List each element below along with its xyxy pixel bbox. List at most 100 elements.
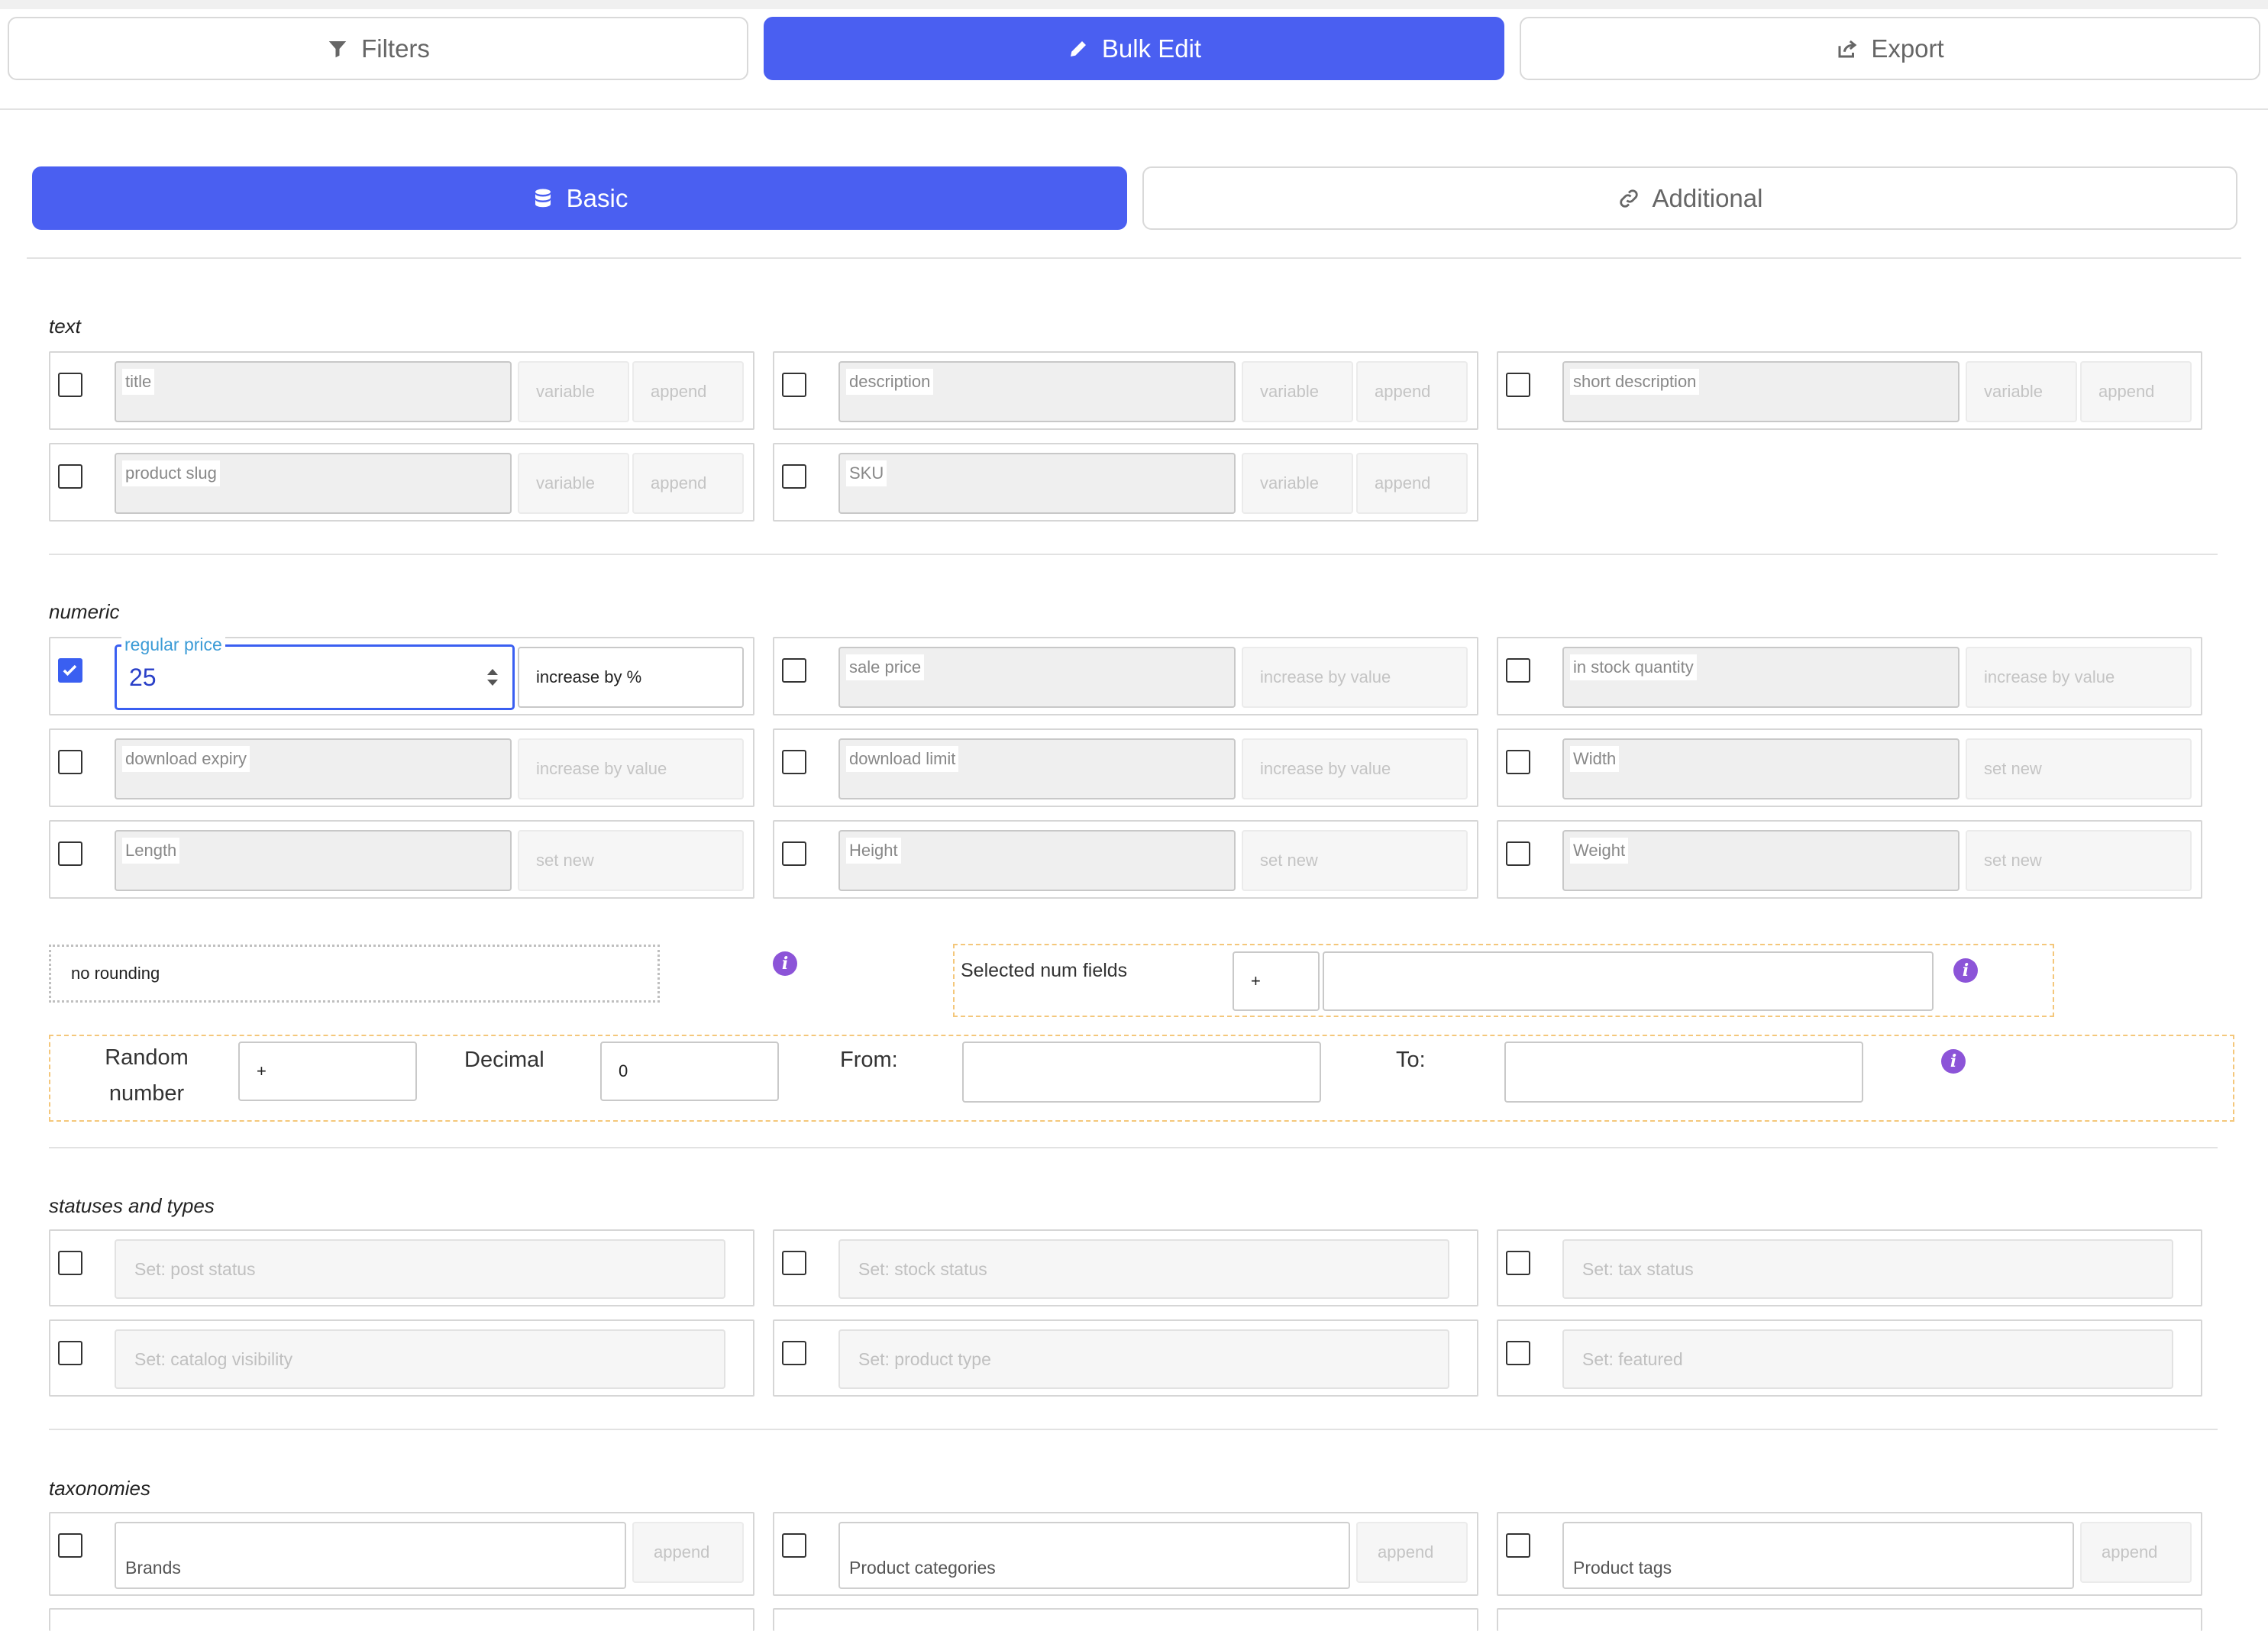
height-field[interactable]: Height — [838, 830, 1236, 891]
export-tab[interactable]: Export — [1520, 17, 2260, 80]
text-field-sku: SKU variable append — [773, 443, 1478, 522]
basic-tab[interactable]: Basic — [32, 166, 1127, 230]
append-select[interactable]: append — [632, 1522, 744, 1583]
numeric-field-height: Height set new — [773, 820, 1478, 899]
additional-tab[interactable]: Additional — [1142, 166, 2237, 230]
numeric-field-download-expiry: download expiry increase by value — [49, 728, 754, 807]
taxonomy-field-product-tags: Product tags append — [1497, 1512, 2202, 1596]
decimal-input[interactable]: 0 — [600, 1042, 779, 1101]
selected-num-fields-op[interactable]: + — [1233, 951, 1320, 1011]
checkbox[interactable] — [782, 750, 806, 774]
checkbox[interactable] — [1506, 750, 1530, 774]
checkbox[interactable] — [782, 1341, 806, 1365]
checkbox[interactable] — [782, 1533, 806, 1558]
featured-select[interactable]: Set: featured — [1562, 1329, 2173, 1389]
field-label: Width — [1570, 746, 1620, 772]
description-field[interactable]: description — [838, 361, 1236, 422]
divider — [49, 1147, 2218, 1148]
download-limit-field[interactable]: download limit — [838, 738, 1236, 799]
append-select[interactable]: append — [1356, 453, 1468, 514]
short-description-field[interactable]: short description — [1562, 361, 1959, 422]
to-input[interactable] — [1504, 1042, 1863, 1103]
selected-num-fields-value[interactable] — [1323, 951, 1934, 1011]
in-stock-quantity-field[interactable]: in stock quantity — [1562, 647, 1959, 708]
append-select[interactable]: append — [632, 453, 744, 514]
product-type-select[interactable]: Set: product type — [838, 1329, 1449, 1389]
operation-select[interactable]: increase by value — [1242, 738, 1468, 799]
checkbox[interactable] — [782, 841, 806, 866]
stock-status-select[interactable]: Set: stock status — [838, 1239, 1449, 1299]
operation-select[interactable]: increase by value — [1966, 647, 2192, 708]
regular-price-input[interactable]: regular price 25 — [115, 635, 515, 710]
append-select[interactable]: append — [1356, 361, 1468, 422]
checkbox[interactable] — [1506, 658, 1530, 683]
operation-select[interactable]: increase by % — [518, 647, 744, 708]
title-field[interactable]: title — [115, 361, 512, 422]
download-expiry-field[interactable]: download expiry — [115, 738, 512, 799]
product-categories-select[interactable]: Product categories — [838, 1522, 1350, 1589]
database-icon — [535, 189, 551, 207]
checkbox[interactable] — [58, 1341, 82, 1365]
checkbox[interactable] — [58, 464, 82, 489]
checkbox[interactable] — [782, 658, 806, 683]
field-label: download expiry — [122, 746, 250, 772]
info-icon[interactable]: i — [1953, 958, 1978, 983]
checkbox-checked[interactable] — [58, 658, 82, 683]
status-field-tax-status: Set: tax status — [1497, 1229, 2202, 1306]
pencil-icon — [1070, 40, 1086, 57]
additional-tab-label: Additional — [1652, 183, 1763, 212]
checkbox[interactable] — [782, 373, 806, 397]
operation-select[interactable]: increase by value — [518, 738, 744, 799]
checkbox[interactable] — [1506, 841, 1530, 866]
info-icon[interactable]: i — [773, 951, 797, 976]
divider — [49, 1429, 2218, 1430]
numeric-field-download-limit: download limit increase by value — [773, 728, 1478, 807]
random-number-label: Random number — [105, 1045, 189, 1106]
spinner-arrows-icon[interactable] — [485, 662, 500, 693]
random-op-select[interactable]: + — [238, 1042, 417, 1101]
append-select[interactable]: append — [2080, 361, 2192, 422]
checkbox[interactable] — [1506, 1533, 1530, 1558]
operation-select[interactable]: set new — [518, 830, 744, 891]
catalog-visibility-select[interactable]: Set: catalog visibility — [115, 1329, 725, 1389]
operation-select[interactable]: set new — [1966, 738, 2192, 799]
checkbox[interactable] — [58, 1533, 82, 1558]
sku-field[interactable]: SKU — [838, 453, 1236, 514]
checkbox[interactable] — [58, 373, 82, 397]
variable-select[interactable]: variable — [518, 361, 629, 422]
status-field-product-type: Set: product type — [773, 1319, 1478, 1397]
product-tags-select[interactable]: Product tags — [1562, 1522, 2074, 1589]
append-select[interactable]: append — [632, 361, 744, 422]
filters-tab[interactable]: Filters — [8, 17, 748, 80]
rounding-select[interactable]: no rounding — [49, 945, 660, 1003]
checkbox[interactable] — [58, 841, 82, 866]
operation-select[interactable]: set new — [1242, 830, 1468, 891]
weight-field[interactable]: Weight — [1562, 830, 1959, 891]
tax-status-select[interactable]: Set: tax status — [1562, 1239, 2173, 1299]
info-icon[interactable]: i — [1941, 1049, 1966, 1074]
checkbox[interactable] — [58, 1251, 82, 1275]
checkbox[interactable] — [1506, 1341, 1530, 1365]
filters-tab-label: Filters — [361, 34, 430, 63]
variable-select[interactable]: variable — [1242, 453, 1353, 514]
operation-select[interactable]: set new — [1966, 830, 2192, 891]
variable-select[interactable]: variable — [1242, 361, 1353, 422]
checkbox[interactable] — [1506, 373, 1530, 397]
checkbox[interactable] — [782, 464, 806, 489]
variable-select[interactable]: variable — [518, 453, 629, 514]
append-select[interactable]: append — [2080, 1522, 2192, 1583]
product-slug-field[interactable]: product slug — [115, 453, 512, 514]
from-input[interactable] — [962, 1042, 1321, 1103]
width-field[interactable]: Width — [1562, 738, 1959, 799]
checkbox[interactable] — [58, 750, 82, 774]
operation-select[interactable]: increase by value — [1242, 647, 1468, 708]
variable-select[interactable]: variable — [1966, 361, 2077, 422]
bulk-edit-tab[interactable]: Bulk Edit — [764, 17, 1504, 80]
sale-price-field[interactable]: sale price — [838, 647, 1236, 708]
brands-select[interactable]: Brands — [115, 1522, 626, 1589]
post-status-select[interactable]: Set: post status — [115, 1239, 725, 1299]
append-select[interactable]: append — [1356, 1522, 1468, 1583]
length-field[interactable]: Length — [115, 830, 512, 891]
checkbox[interactable] — [1506, 1251, 1530, 1275]
checkbox[interactable] — [782, 1251, 806, 1275]
